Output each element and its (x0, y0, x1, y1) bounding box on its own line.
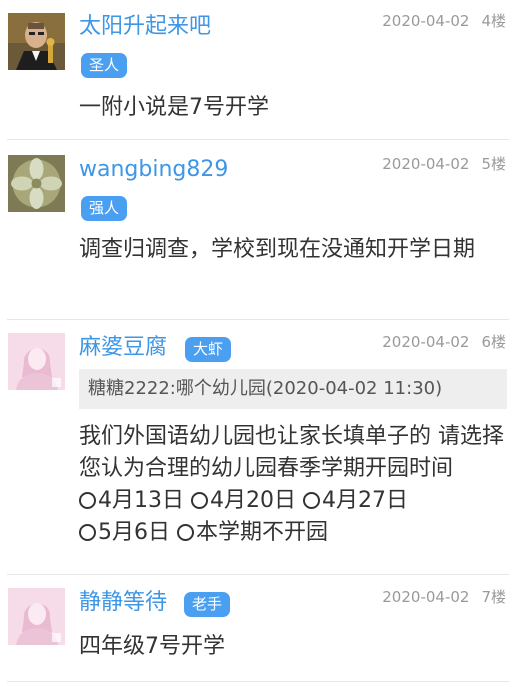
floor-number: 5楼 (481, 155, 506, 173)
radio-icon[interactable] (79, 492, 96, 509)
poll-option[interactable]: 4月13日 (79, 488, 184, 513)
divider (7, 574, 509, 575)
divider (7, 319, 509, 320)
floor-number: 7楼 (481, 588, 506, 606)
post-meta: 2020-04-02 5楼 (382, 154, 506, 174)
poll-option[interactable]: 4月20日 (191, 488, 296, 513)
post-meta: 2020-04-02 7楼 (382, 587, 506, 607)
divider (7, 681, 509, 682)
user-avatar[interactable] (8, 333, 65, 390)
radio-icon[interactable] (79, 524, 96, 541)
post-date: 2020-04-02 (382, 588, 470, 606)
username[interactable]: wangbing829 (79, 155, 228, 185)
post-text: 我们外国语幼儿园也让家长填单子的 请选择您认为合理的幼儿园春季学期开园时间 (79, 424, 504, 481)
radio-icon[interactable] (303, 492, 320, 509)
quoted-reply[interactable]: 糖糖2222:哪个幼儿园(2020-04-02 11:30) (79, 369, 507, 409)
post-meta: 2020-04-02 4楼 (382, 11, 506, 31)
user-avatar[interactable] (8, 13, 65, 70)
divider (7, 139, 509, 140)
user-avatar[interactable] (8, 588, 65, 645)
user-rank-badge: 大虾 (185, 337, 232, 362)
floor-number: 4楼 (481, 12, 506, 30)
radio-icon[interactable] (191, 492, 208, 509)
radio-icon[interactable] (177, 524, 194, 541)
post-content: 四年级7号开学 (79, 634, 225, 659)
username[interactable]: 麻婆豆腐 (79, 333, 167, 363)
post-date: 2020-04-02 (382, 333, 470, 351)
poll-option[interactable]: 5月6日 (79, 520, 170, 545)
username[interactable]: 太阳升起来吧 (79, 12, 211, 42)
username[interactable]: 静静等待 (79, 588, 167, 618)
post-meta: 2020-04-02 6楼 (382, 332, 506, 352)
user-rank-badge: 圣人 (81, 53, 128, 78)
user-rank-badge: 老手 (184, 592, 231, 617)
poll-option[interactable]: 4月27日 (303, 488, 408, 513)
post-content: 我们外国语幼儿园也让家长填单子的 请选择您认为合理的幼儿园春季学期开园时间 4月… (79, 421, 504, 549)
user-rank-badge: 强人 (81, 196, 128, 221)
post-date: 2020-04-02 (382, 155, 470, 173)
poll-option[interactable]: 本学期不开园 (177, 520, 328, 545)
post-date: 2020-04-02 (382, 12, 470, 30)
floor-number: 6楼 (481, 333, 506, 351)
user-avatar[interactable] (8, 155, 65, 212)
post-content: 一附小说是7号开学 (79, 95, 269, 120)
post-content: 调查归调查，学校到现在没通知开学日期 (79, 237, 476, 262)
